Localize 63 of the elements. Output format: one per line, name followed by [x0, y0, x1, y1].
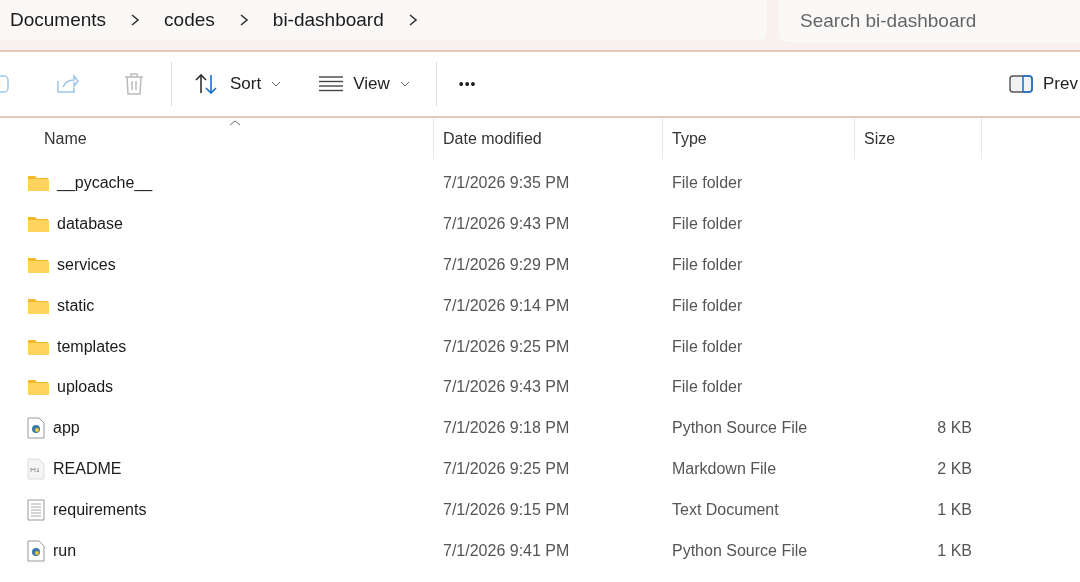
sort-icon	[194, 73, 220, 95]
more-button[interactable]: •••	[458, 64, 477, 104]
file-name[interactable]: templates	[0, 337, 434, 356]
date-cell-text: 7/1/2026 9:43 PM	[442, 215, 571, 234]
type-cell-text: Python Source File	[671, 541, 809, 560]
column-header[interactable]: Date modified	[434, 118, 663, 159]
python-file-icon	[27, 417, 45, 440]
folder-icon	[27, 378, 49, 397]
size-cell-text: 1 KB	[936, 500, 972, 519]
sort-button[interactable]: Sort	[194, 64, 282, 104]
folder-icon	[27, 337, 49, 356]
type-cell-text: File folder	[671, 256, 744, 274]
view-button[interactable]: View	[319, 64, 410, 104]
caret-icon	[399, 81, 410, 87]
file-name[interactable]: static	[0, 296, 434, 315]
size-cell-text: 2 KB	[936, 459, 972, 478]
markdown-file-icon	[27, 457, 45, 480]
date-cell-text: 7/1/2026 9:43 PM	[442, 378, 571, 397]
address-bar[interactable]: Documents codes bi-dashboard	[0, 0, 767, 40]
type-cell-text: File folder	[671, 378, 744, 397]
folder-icon	[27, 296, 49, 315]
folder-icon	[27, 174, 49, 193]
text-file-icon	[27, 498, 45, 521]
date-cell-text: 7/1/2026 9:25 PM	[442, 459, 571, 478]
column-header[interactable]: Name	[0, 118, 434, 159]
date-cell-text: 7/1/2026 9:35 PM	[442, 174, 571, 193]
list-icon	[319, 76, 344, 92]
python-file-icon	[27, 539, 45, 562]
sort-caret-icon	[228, 120, 241, 126]
folder-icon	[27, 256, 49, 274]
type-cell-text: Text Document	[671, 500, 780, 519]
preview-pane-icon	[1009, 75, 1034, 93]
search-field[interactable]: Search bi-dashboard	[779, 0, 1080, 42]
file-name[interactable]: uploads	[0, 378, 434, 397]
type-cell-text: File folder	[671, 215, 744, 234]
file-name[interactable]: run	[0, 539, 434, 562]
type-cell-text: File folder	[671, 174, 744, 193]
date-cell-text: 7/1/2026 9:29 PM	[442, 256, 571, 274]
size-cell-text: 8 KB	[936, 419, 972, 438]
breadcrumb-item[interactable]: codes	[164, 9, 215, 31]
file-name[interactable]: README	[0, 457, 434, 480]
folder-icon	[27, 215, 49, 234]
breadcrumb-item[interactable]: bi-dashboard	[272, 9, 384, 31]
column-header[interactable]: Size	[855, 118, 982, 159]
date-cell-text: 7/1/2026 9:18 PM	[442, 419, 571, 438]
type-cell-text: Markdown File	[671, 459, 778, 478]
file-name[interactable]: app	[0, 417, 434, 440]
date-cell-text: 7/1/2026 9:25 PM	[442, 337, 571, 356]
file-name[interactable]: requirements	[0, 498, 434, 521]
caret-icon	[271, 81, 282, 87]
date-cell-text: 7/1/2026 9:14 PM	[442, 296, 571, 315]
file-name[interactable]: __pycache__	[0, 174, 434, 193]
column-header[interactable]: Type	[663, 118, 855, 159]
type-cell-text: File folder	[671, 337, 744, 356]
type-cell-text: Python Source File	[671, 419, 809, 438]
date-cell-text: 7/1/2026 9:41 PM	[442, 541, 571, 560]
size-cell-text: 1 KB	[936, 541, 972, 560]
breadcrumb-item[interactable]: Documents	[10, 9, 107, 31]
file-name[interactable]: database	[0, 215, 434, 234]
preview-button[interactable]: Prev	[1009, 64, 1078, 104]
type-cell-text: File folder	[671, 296, 744, 315]
date-cell-text: 7/1/2026 9:15 PM	[442, 500, 571, 519]
file-name[interactable]: services	[0, 256, 434, 274]
